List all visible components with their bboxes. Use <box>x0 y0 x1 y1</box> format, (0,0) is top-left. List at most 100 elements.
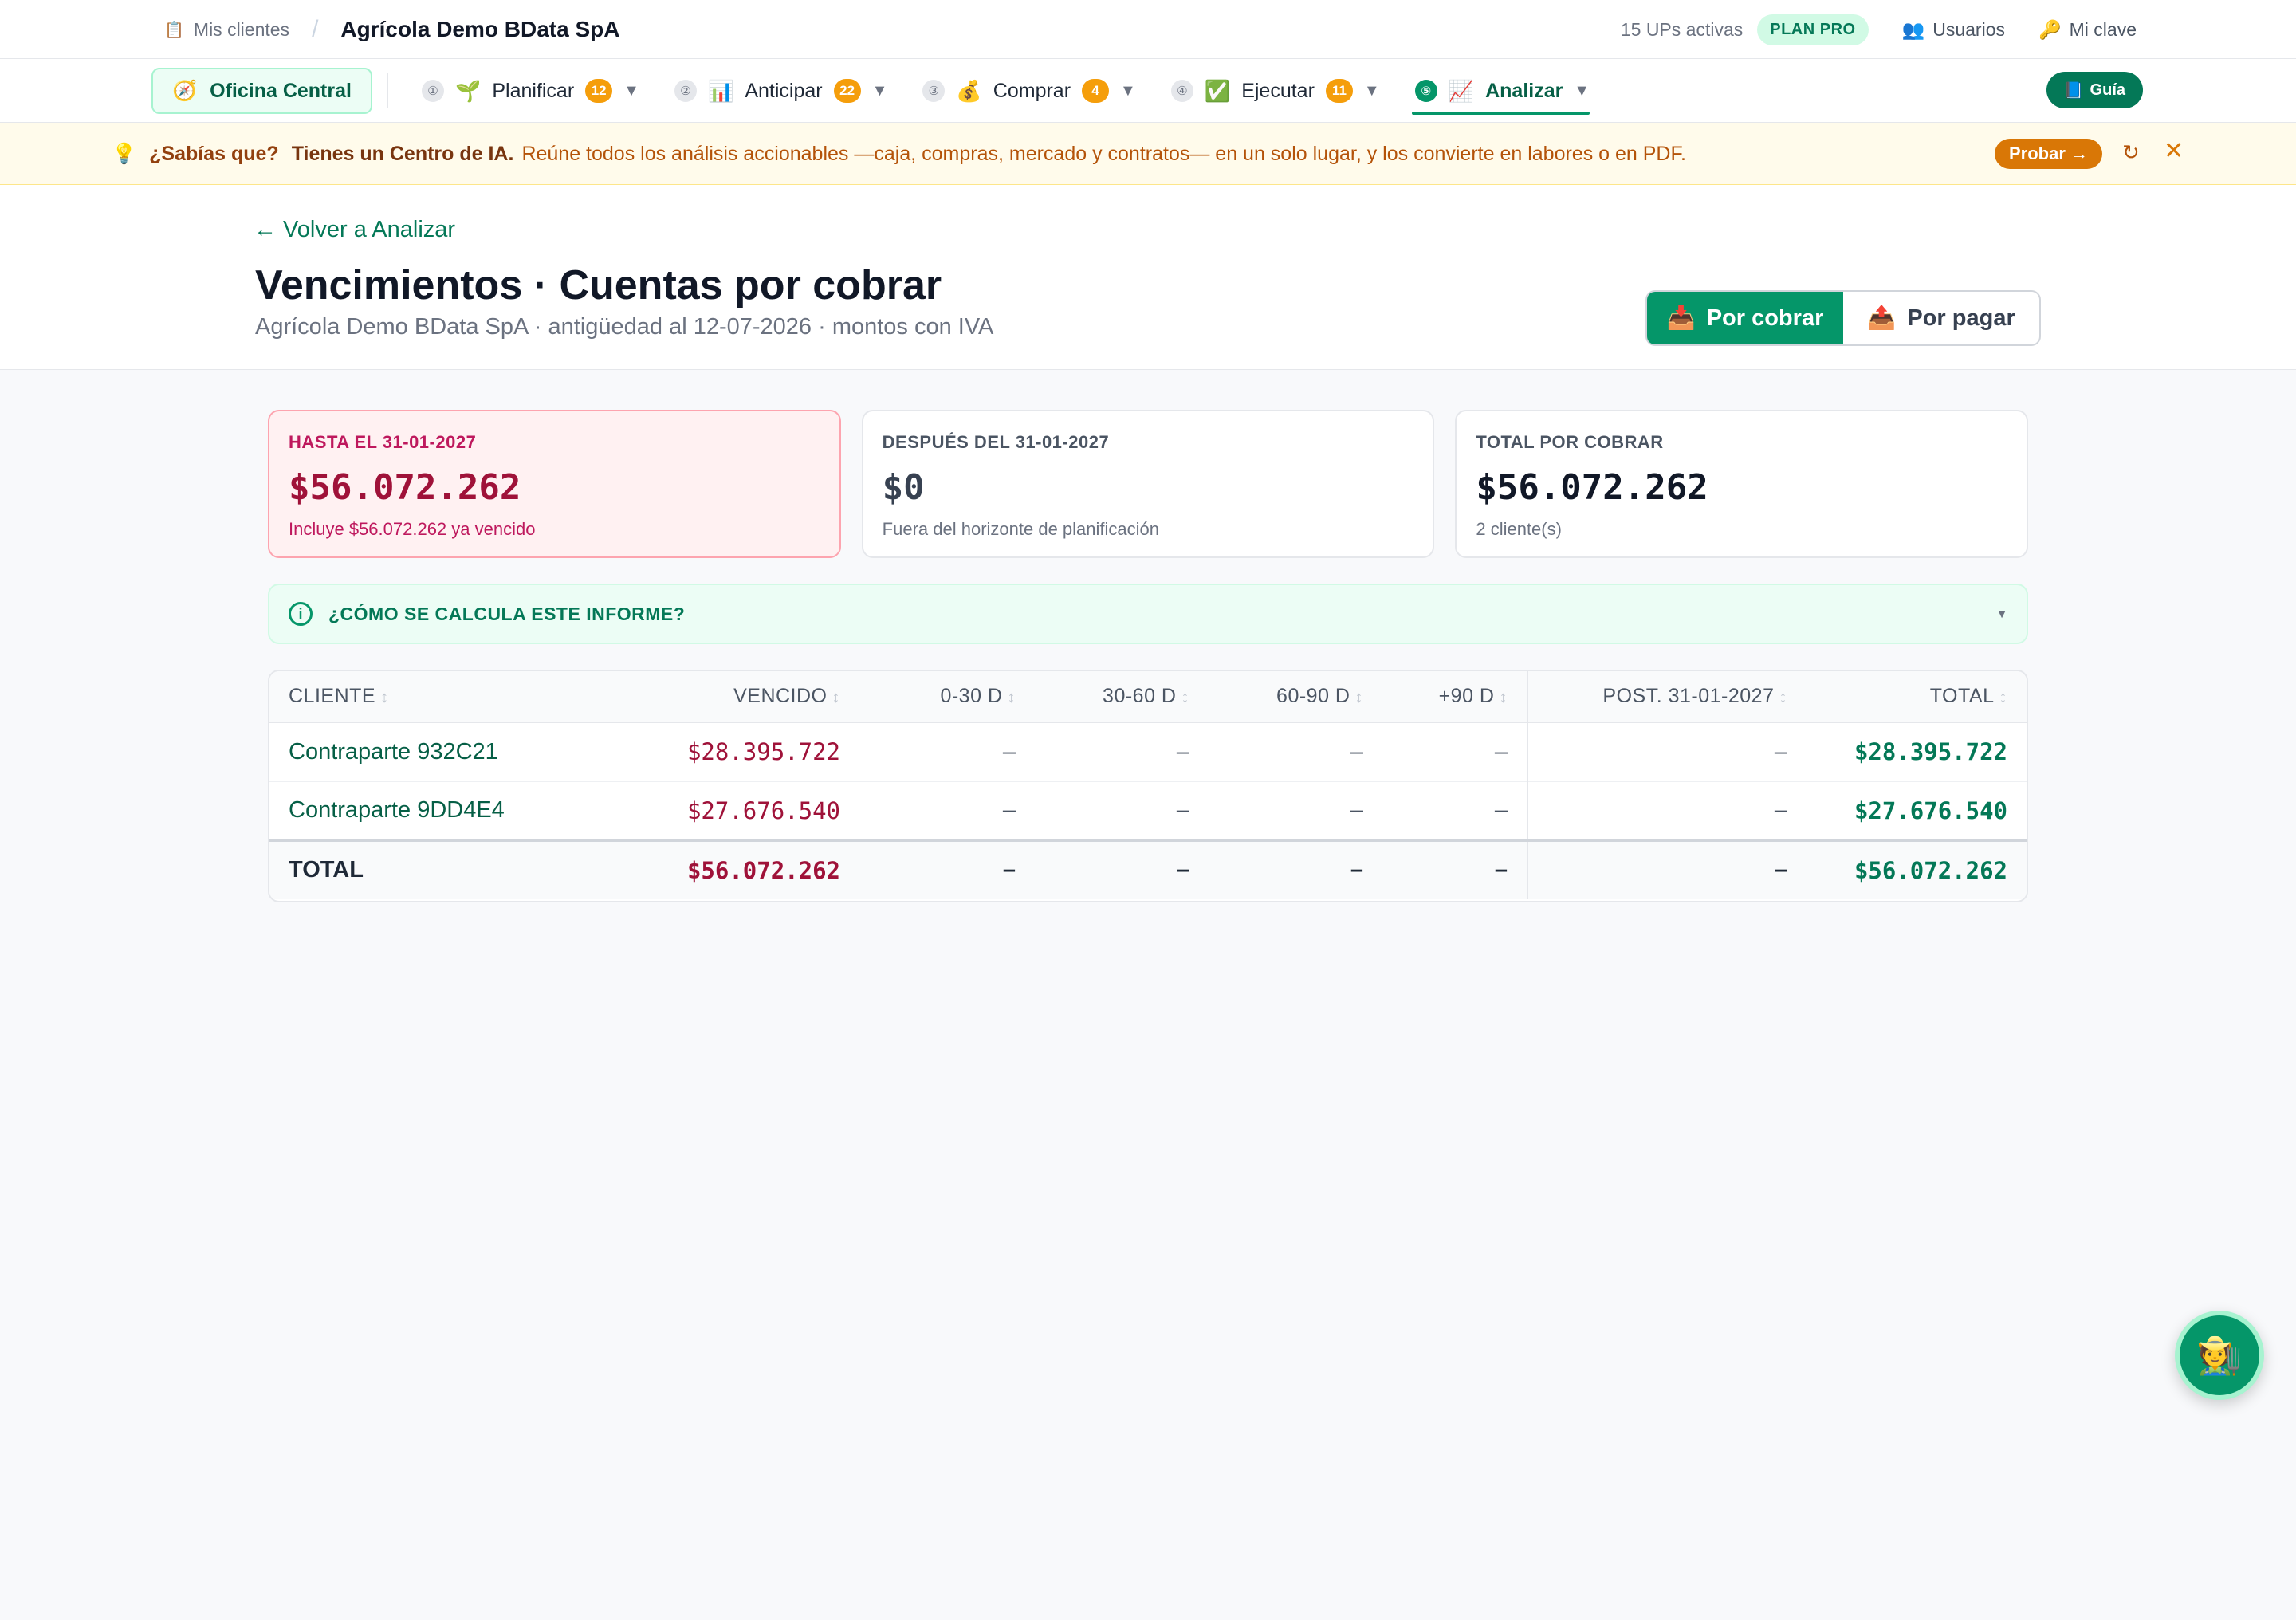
col-header-post[interactable]: POST. 31-01-2027 ↕ <box>1527 671 1807 723</box>
sort-icon: ↕ <box>1779 689 1787 706</box>
password-link[interactable]: 🔑 Mi clave <box>2038 19 2137 41</box>
tab-analizar[interactable]: ⑤ 📈 Analizar ▼ <box>1398 59 1607 123</box>
try-button[interactable]: Probar → <box>1995 139 2103 169</box>
col-header-0-30[interactable]: 0-30 D ↕ <box>859 671 1035 723</box>
col-header-overdue[interactable]: VENCIDO ↕ <box>525 671 859 723</box>
card-total-receivable: TOTAL POR COBRAR $56.072.262 2 cliente(s… <box>1455 410 2029 558</box>
card-until-date: HASTA EL 31-01-2027 $56.072.262 Incluye … <box>268 410 841 558</box>
bucket-60-90-cell: – <box>1209 722 1382 782</box>
caret-down-icon[interactable]: ▼ <box>623 82 639 100</box>
outbox-icon: 📤 <box>1867 305 1897 331</box>
step-1-icon: ① <box>421 80 444 102</box>
inbox-icon: 📥 <box>1666 305 1696 331</box>
breadcrumb-label: Mis clientes <box>193 18 290 40</box>
caret-down-icon[interactable]: ▼ <box>1364 82 1380 100</box>
how-calculated-toggle[interactable]: i ¿CÓMO SE CALCULA ESTE INFORME? ▼ <box>268 584 2028 644</box>
sort-icon: ↕ <box>380 689 389 706</box>
total-cell: $27.676.540 <box>1807 781 2027 841</box>
tab-ejecutar[interactable]: ④ ✅ Ejecutar 11 ▼ <box>1154 59 1398 123</box>
client-cell[interactable]: Contraparte 932C21 <box>269 722 525 782</box>
total-label-cell: TOTAL <box>269 839 525 899</box>
office-label: Oficina Central <box>210 79 352 102</box>
sort-icon: ↕ <box>1499 689 1508 706</box>
col-label: 60-90 D <box>1276 685 1350 707</box>
card-value: $56.072.262 <box>289 467 521 508</box>
clipboard-icon: 📋 <box>164 21 184 39</box>
count-badge: 12 <box>585 79 613 103</box>
refresh-icon[interactable]: ↻ <box>2122 140 2140 165</box>
col-label: 30-60 D <box>1103 685 1177 707</box>
card-label: HASTA EL 31-01-2027 <box>289 432 477 452</box>
banner-lead: ¿Sabías que? <box>149 142 279 165</box>
seedling-icon: 🌱 <box>454 78 482 103</box>
table-row[interactable]: Contraparte 932C21 $28.395.722 – – – – –… <box>269 722 2027 782</box>
overdue-cell: $56.072.262 <box>525 839 859 899</box>
tab-anticipar[interactable]: ② 📊 Anticipar 22 ▼ <box>657 59 905 123</box>
payable-label: Por pagar <box>1907 305 2015 331</box>
count-badge: 22 <box>833 79 861 103</box>
info-icon: i <box>289 602 313 626</box>
receivable-label: Por cobrar <box>1706 305 1824 331</box>
sort-icon: ↕ <box>1999 689 2007 706</box>
back-link[interactable]: ← Volver a Analizar <box>254 217 455 243</box>
trend-chart-icon: 📈 <box>1448 78 1475 103</box>
total-cell: $56.072.262 <box>1807 839 2027 899</box>
caret-down-icon[interactable]: ▼ <box>1120 82 1136 100</box>
book-icon: 📘 <box>2063 81 2084 100</box>
caret-down-icon[interactable]: ▼ <box>872 82 888 100</box>
col-header-total[interactable]: TOTAL ↕ <box>1807 671 2027 723</box>
tab-planificar[interactable]: ① 🌱 Planificar 12 ▼ <box>404 59 657 123</box>
users-link[interactable]: 👥 Usuarios <box>1902 19 2005 41</box>
close-icon[interactable]: ✕ <box>2164 137 2184 165</box>
step-2-icon: ② <box>674 80 697 102</box>
card-note: 2 cliente(s) <box>1476 519 1562 539</box>
guide-button[interactable]: 📘 Guía <box>2046 72 2143 108</box>
col-header-60-90[interactable]: 60-90 D ↕ <box>1209 671 1382 723</box>
client-name: Agrícola Demo BData SpA <box>340 17 620 41</box>
table-total-row: TOTAL $56.072.262 – – – – – $56.072.262 <box>269 839 2027 899</box>
bucket-90-plus-cell: – <box>1382 781 1527 841</box>
info-label: ¿CÓMO SE CALCULA ESTE INFORME? <box>328 603 686 624</box>
sort-icon: ↕ <box>1354 689 1363 706</box>
step-3-icon: ③ <box>922 80 946 102</box>
table-row[interactable]: Contraparte 9DD4E4 $27.676.540 – – – – –… <box>269 781 2027 841</box>
table-header-row: CLIENTE ↕ VENCIDO ↕ 0-30 D ↕ 30-60 D ↕ 60-90… <box>269 671 2027 723</box>
page-title: Vencimientos · Cuentas por cobrar <box>255 262 942 309</box>
bucket-30-60-cell: – <box>1035 722 1209 782</box>
col-header-client[interactable]: CLIENTE ↕ <box>269 671 525 723</box>
tab-label: Ejecutar <box>1241 79 1315 102</box>
bar-chart-icon: 📊 <box>707 78 734 103</box>
summary-cards: HASTA EL 31-01-2027 $56.072.262 Incluye … <box>268 410 2029 558</box>
assistant-fab-button[interactable]: 🧑‍🌾 <box>2175 1311 2264 1400</box>
office-central-button[interactable]: 🧭 Oficina Central <box>151 68 372 114</box>
client-cell[interactable]: Contraparte 9DD4E4 <box>269 781 525 841</box>
banner-body: Reúne todos los análisis accionables —ca… <box>521 142 1686 165</box>
caret-down-icon[interactable]: ▼ <box>1574 82 1590 100</box>
tab-label: Analizar <box>1485 79 1563 102</box>
main-nav: 🧭 Oficina Central ① 🌱 Planificar 12 ▼ ② … <box>0 59 2296 123</box>
breadcrumb-my-clients[interactable]: 📋 Mis clientes <box>164 19 289 41</box>
card-value: $56.072.262 <box>1476 467 1708 508</box>
tab-comprar[interactable]: ③ 💰 Comprar 4 ▼ <box>905 59 1153 123</box>
overdue-cell: $27.676.540 <box>525 781 859 841</box>
payable-button[interactable]: 📤 Por pagar <box>1843 292 2039 344</box>
bucket-60-90-cell: – <box>1209 781 1382 841</box>
col-label: 0-30 D <box>940 685 1003 707</box>
col-label: POST. 31-01-2027 <box>1602 685 1775 707</box>
col-header-30-60[interactable]: 30-60 D ↕ <box>1035 671 1209 723</box>
bucket-0-30-cell: – <box>859 839 1035 899</box>
tab-label: Anticipar <box>745 79 823 102</box>
card-after-date: DESPUÉS DEL 31-01-2027 $0 Fuera del hori… <box>861 410 1435 558</box>
col-label: TOTAL <box>1929 685 1995 707</box>
users-label: Usuarios <box>1932 18 2005 40</box>
page-header: ← Volver a Analizar Vencimientos · Cuent… <box>0 185 2296 370</box>
receivable-button[interactable]: 📥 Por cobrar <box>1647 292 1843 344</box>
step-4-icon: ④ <box>1170 80 1193 102</box>
users-icon: 👥 <box>1901 18 1925 40</box>
col-label: VENCIDO <box>733 685 828 707</box>
plan-badge: PLAN PRO <box>1757 14 1869 45</box>
chevron-down-icon: ▼ <box>1996 608 2007 620</box>
tab-label: Planificar <box>492 79 575 102</box>
count-badge: 4 <box>1082 79 1110 103</box>
col-header-90-plus[interactable]: +90 D ↕ <box>1382 671 1527 723</box>
